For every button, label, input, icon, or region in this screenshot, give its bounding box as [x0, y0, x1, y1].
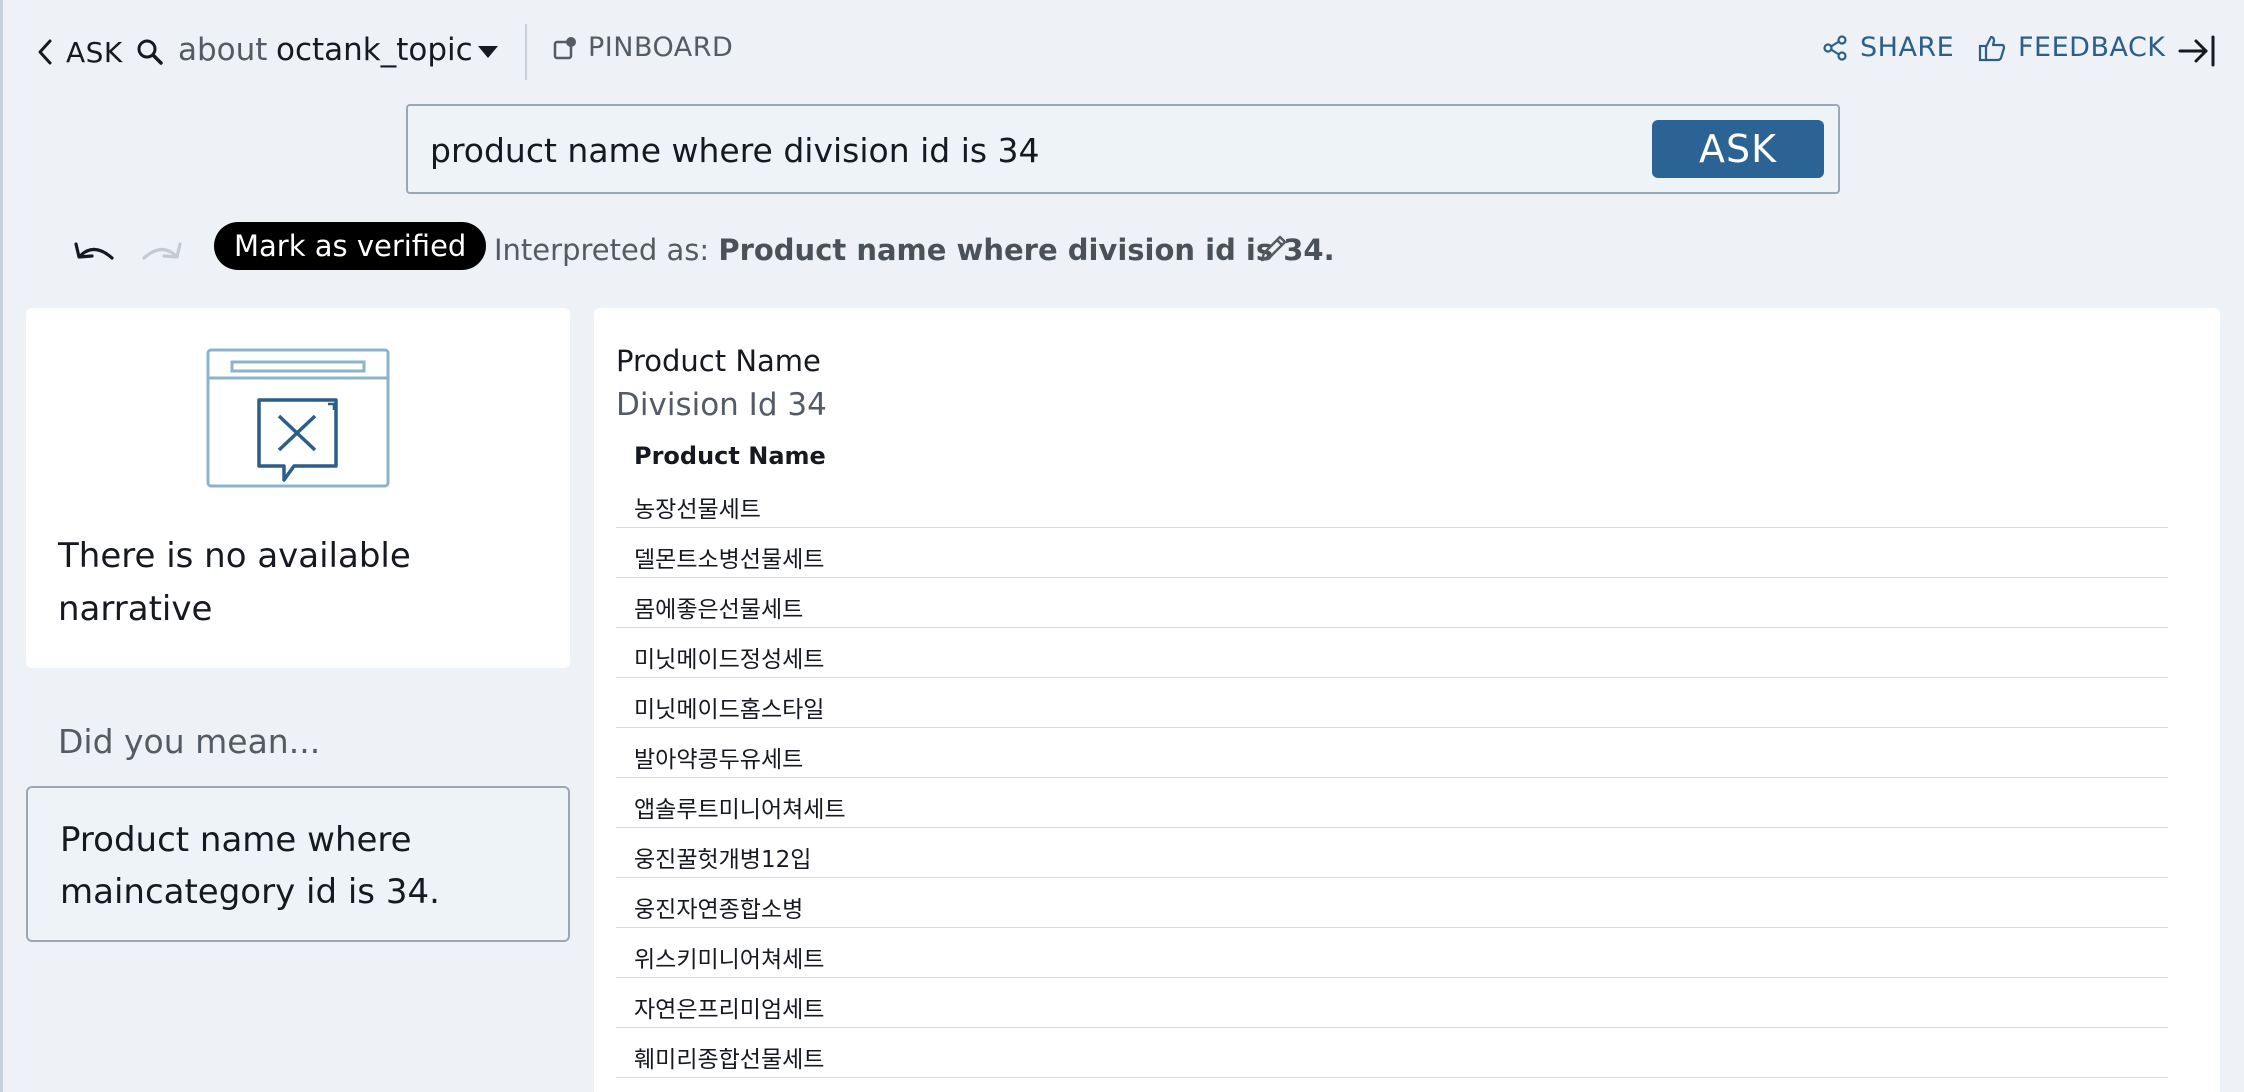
query-box: ASK [406, 104, 1840, 194]
top-bar: ASK about octank_topic PINBOARD SHARE FE… [0, 0, 2244, 104]
result-table-body: 농장선물세트 델몬트소병선물세트 몸에좋은선물세트 미닛메이드정성세트 미닛메이… [616, 478, 2168, 1078]
feedback-button[interactable]: FEEDBACK [1978, 32, 2166, 63]
about-label: about [178, 32, 268, 68]
share-icon [1823, 34, 1847, 61]
result-subtitle: Division Id 34 [616, 387, 827, 423]
topic-selector[interactable]: octank_topic [276, 32, 473, 68]
chevron-left-icon [38, 39, 52, 65]
header-divider [525, 24, 527, 80]
search-icon [137, 39, 163, 65]
table-cell: 농장선물세트 [634, 497, 761, 523]
no-narrative-illustration-icon [206, 348, 390, 488]
table-cell: 자연은프리미엄세트 [634, 997, 825, 1023]
did-you-mean-label: Did you mean... [58, 722, 321, 761]
table-cell: 몸에좋은선물세트 [634, 597, 804, 623]
table-cell: 앱솔루트미니어쳐세트 [634, 797, 846, 823]
table-row: 몸에좋은선물세트 [616, 578, 2168, 628]
table-cell: 미닛메이드정성세트 [634, 647, 825, 673]
table-cell: 웅진자연종합소병 [634, 897, 804, 923]
table-cell: 델몬트소병선물세트 [634, 547, 825, 573]
pinboard-button[interactable]: PINBOARD [552, 32, 733, 63]
share-label: SHARE [1860, 32, 1955, 63]
result-card: Product Name Division Id 34 Product Name… [594, 308, 2220, 1092]
share-button[interactable]: SHARE [1822, 32, 1954, 63]
query-input[interactable] [430, 120, 1630, 180]
table-cell: 미닛메이드홈스타일 [634, 697, 825, 723]
table-cell: 발아약콩두유세트 [634, 747, 804, 773]
table-cell: 훼미리종합선물세트 [634, 1047, 825, 1073]
pinboard-label: PINBOARD [588, 32, 734, 63]
table-row: 웅진자연종합소병 [616, 878, 2168, 928]
feedback-label: FEEDBACK [2018, 32, 2166, 63]
interpreted-prefix: Interpreted as: [494, 233, 710, 267]
back-label: ASK [66, 35, 123, 69]
table-cell: 위스키미니어쳐세트 [634, 947, 825, 973]
table-row: 훼미리종합선물세트 [616, 1028, 2168, 1078]
table-row: 발아약콩두유세트 [616, 728, 2168, 778]
table-row: 위스키미니어쳐세트 [616, 928, 2168, 978]
table-row: 자연은프리미엄세트 [616, 978, 2168, 1028]
narrative-card: There is no available narrative [26, 308, 570, 668]
table-row: 델몬트소병선물세트 [616, 528, 2168, 578]
interpreted-value: Product name where division id is 34. [718, 233, 1335, 267]
left-edge-divider [0, 0, 3, 1092]
back-to-ask-button[interactable]: ASK [36, 30, 123, 74]
suggestion-text: Product name where maincategory id is 34… [60, 820, 440, 912]
thumbs-up-icon [1978, 35, 2006, 61]
result-title: Product Name [616, 344, 821, 378]
caret-down-icon[interactable] [476, 44, 500, 60]
table-row: 미닛메이드홈스타일 [616, 678, 2168, 728]
no-narrative-message: There is no available narrative [58, 536, 411, 629]
interpreted-as-text: Interpreted as: Product name where divis… [494, 233, 1335, 267]
ask-button[interactable]: ASK [1652, 120, 1824, 178]
redo-icon[interactable] [136, 236, 186, 272]
undo-icon[interactable] [70, 236, 120, 272]
collapse-panel-icon[interactable] [2178, 34, 2216, 68]
pinboard-icon [553, 36, 576, 59]
did-you-mean-suggestion[interactable]: Product name where maincategory id is 34… [26, 786, 570, 942]
table-cell: 웅진꿀헛개병12입 [634, 847, 812, 873]
table-row: 웅진꿀헛개병12입 [616, 828, 2168, 878]
mark-as-verified-button[interactable]: Mark as verified [214, 222, 487, 270]
pencil-icon[interactable] [1256, 232, 1290, 266]
table-row: 농장선물세트 [616, 478, 2168, 528]
table-row: 미닛메이드정성세트 [616, 628, 2168, 678]
column-header-product-name[interactable]: Product Name [634, 442, 826, 470]
table-row: 앱솔루트미니어쳐세트 [616, 778, 2168, 828]
